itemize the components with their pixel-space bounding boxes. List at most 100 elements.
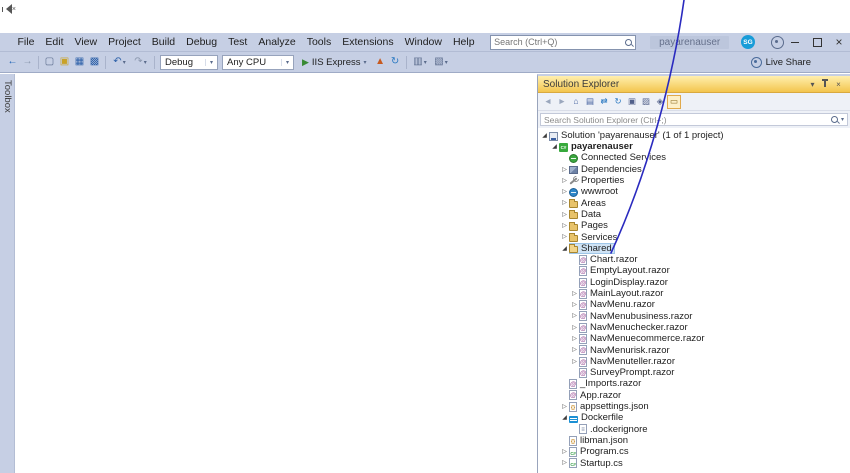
maximize-button[interactable] <box>806 33 828 52</box>
tree-row[interactable]: App.razor <box>538 390 850 401</box>
minimize-button[interactable] <box>784 33 806 52</box>
window-position-icon[interactable]: ▾ <box>806 80 819 89</box>
expand-arrow[interactable] <box>560 246 569 252</box>
tree-row[interactable]: NavMenu.razor <box>538 299 850 311</box>
toolbar-icon[interactable]: ▨ <box>639 95 653 109</box>
quick-search-input[interactable]: Search (Ctrl+Q) <box>490 34 637 50</box>
expand-arrow[interactable] <box>560 460 569 466</box>
toolbar-icon[interactable]: ▢ <box>42 54 57 70</box>
live-share-button[interactable]: Live Share <box>750 56 811 68</box>
toolbox-tab[interactable]: Toolbox <box>0 74 15 473</box>
menu-item[interactable]: Help <box>447 33 480 52</box>
expand-arrow[interactable] <box>570 325 579 331</box>
menu-item[interactable]: Tools <box>301 33 337 52</box>
toolbar-icon[interactable]: ◄ <box>541 95 555 109</box>
toolbar-icon[interactable]: ↻ <box>388 54 403 70</box>
solution-platform-dropdown[interactable]: Any CPU ▾ <box>222 54 294 70</box>
tree-row[interactable]: Dependencies <box>538 164 850 175</box>
toolbar-icon[interactable]: ► <box>555 95 569 109</box>
expand-arrow[interactable] <box>570 347 579 353</box>
toolbar-icon[interactable]: ↻ <box>611 95 625 109</box>
tree-row[interactable]: Chart.razor <box>538 254 850 265</box>
toolbar-icon[interactable]: ↷ <box>130 54 151 70</box>
tree-row[interactable]: Program.cs <box>538 446 850 457</box>
toolbar-icon[interactable]: ▧ <box>431 54 452 70</box>
tree-row[interactable]: NavMenuecommerce.razor <box>538 333 850 344</box>
solution-configuration-dropdown[interactable]: Debug ▾ <box>160 54 218 70</box>
tree-row[interactable]: NavMenubusiness.razor <box>538 311 850 322</box>
tree-row[interactable]: MainLayout.razor <box>538 288 850 299</box>
expand-arrow[interactable] <box>560 223 569 229</box>
toolbar-icon[interactable]: ⌂ <box>569 95 583 109</box>
solution-search-input[interactable]: Search Solution Explorer (Ctrl+;) ▾ <box>540 113 848 126</box>
start-debugging-button[interactable]: ▶ IIS Express ▾ <box>298 54 371 71</box>
expand-arrow[interactable] <box>550 144 559 150</box>
expand-arrow[interactable] <box>570 313 579 319</box>
menu-item[interactable]: Build <box>146 33 180 52</box>
toolbar-icon[interactable]: ▦ <box>72 54 87 70</box>
tree-row[interactable]: NavMenuchecker.razor <box>538 322 850 333</box>
tree-row[interactable]: EmptyLayout.razor <box>538 266 850 277</box>
tree-row[interactable]: appsettings.json <box>538 401 850 412</box>
tree-row[interactable]: Properties <box>538 175 850 186</box>
close-button[interactable]: × <box>828 33 850 52</box>
toolbar-icon[interactable] <box>105 55 106 69</box>
tree-row[interactable]: LoginDisplay.razor <box>538 277 850 288</box>
tree-row[interactable]: Areas <box>538 198 850 209</box>
tree-row[interactable]: NavMenuteller.razor <box>538 356 850 367</box>
tree-row[interactable]: Startup.cs <box>538 458 850 469</box>
toolbar-icon[interactable]: ▲ <box>373 54 388 70</box>
toolbar-icon[interactable]: ▤ <box>583 95 597 109</box>
toolbar-icon[interactable]: ⇄ <box>597 95 611 109</box>
menu-item[interactable]: Test <box>223 33 253 52</box>
expand-arrow[interactable] <box>560 449 569 455</box>
expand-arrow[interactable] <box>560 189 569 195</box>
expand-arrow[interactable] <box>560 415 569 421</box>
toolbar-icon[interactable] <box>38 55 39 69</box>
solution-explorer-titlebar[interactable]: Solution Explorer ▾ × <box>538 76 850 93</box>
toolbar-icon[interactable]: ↶ <box>109 54 130 70</box>
tree-row[interactable]: SurveyPrompt.razor <box>538 367 850 378</box>
menu-item[interactable]: Analyze <box>253 33 301 52</box>
expand-arrow[interactable] <box>560 167 569 173</box>
expand-arrow[interactable] <box>540 133 549 139</box>
tree-row[interactable]: .dockerignore <box>538 424 850 435</box>
menu-item[interactable]: File <box>12 33 40 52</box>
tree-row[interactable]: Connected Services <box>538 153 850 164</box>
pin-icon[interactable] <box>822 79 828 87</box>
tree-row[interactable]: Services <box>538 232 850 243</box>
toolbar-icon[interactable]: → <box>20 54 35 70</box>
tree-row[interactable]: _Imports.razor <box>538 379 850 390</box>
menu-item[interactable]: Window <box>399 33 447 52</box>
toolbar-icon[interactable]: ▣ <box>57 54 72 70</box>
toolbar-icon[interactable] <box>154 55 155 69</box>
tree-row[interactable]: NavMenurisk.razor <box>538 345 850 356</box>
menu-item[interactable]: Project <box>103 33 147 52</box>
toolbar-icon[interactable] <box>405 55 407 69</box>
toolbar-icon[interactable]: ▭ <box>667 94 681 109</box>
menu-item[interactable]: Edit <box>40 33 69 52</box>
expand-arrow[interactable] <box>560 178 569 184</box>
feedback-icon[interactable] <box>771 35 784 49</box>
tree-row[interactable]: libman.json <box>538 435 850 446</box>
tree-row[interactable]: Shared <box>538 242 850 255</box>
toolbar-icon[interactable]: ▥ <box>410 54 431 70</box>
expand-arrow[interactable] <box>570 291 579 297</box>
tree-row[interactable]: Solution 'payarenauser' (1 of 1 project) <box>538 130 850 141</box>
expand-arrow[interactable] <box>570 359 579 365</box>
menu-item[interactable]: View <box>69 33 103 52</box>
toolbar-icon[interactable]: ← <box>5 54 20 70</box>
close-icon[interactable]: × <box>832 80 845 89</box>
expand-arrow[interactable] <box>570 302 579 308</box>
menu-item[interactable]: Extensions <box>337 33 399 52</box>
tree-row[interactable]: wwwroot <box>538 186 850 198</box>
expand-arrow[interactable] <box>560 212 569 218</box>
menu-item[interactable]: Debug <box>181 33 223 52</box>
tree-row[interactable]: payarenauser <box>538 141 850 152</box>
expand-arrow[interactable] <box>560 200 569 206</box>
expand-arrow[interactable] <box>570 336 579 342</box>
toolbar-icon[interactable]: ▣ <box>625 95 639 109</box>
toolbar-icon[interactable]: ◈ <box>653 95 667 109</box>
tree-row[interactable]: Data <box>538 209 850 220</box>
expand-arrow[interactable] <box>560 404 569 410</box>
